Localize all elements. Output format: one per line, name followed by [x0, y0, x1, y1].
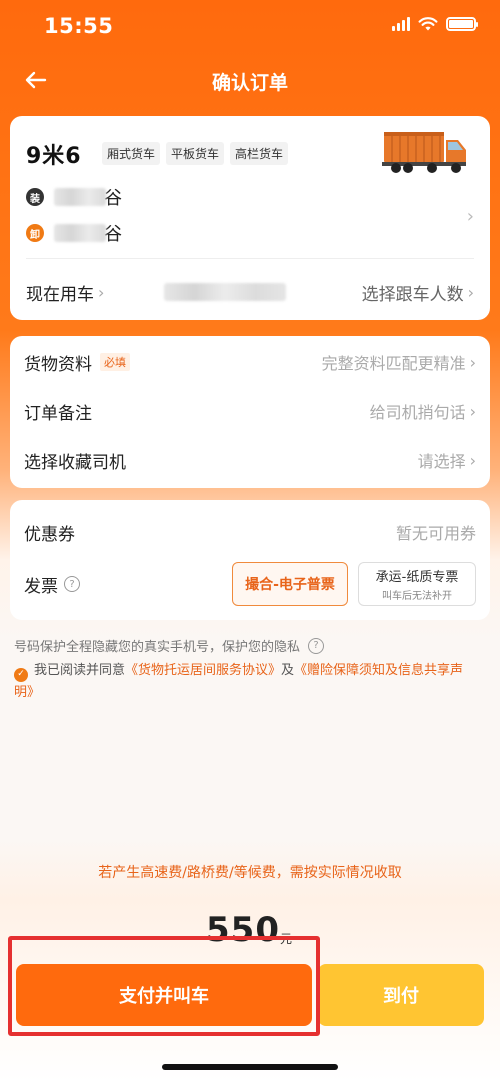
agreement-middle: 及 — [281, 663, 295, 678]
page-title: 确认订单 — [211, 72, 288, 94]
invoice-row: 发票 ? 撮合-电子普票 承运-纸质专票 叫车后无法补开 — [24, 560, 476, 608]
privacy-text: 号码保护全程隐藏您的真实手机号，保护您的隐私 — [14, 640, 301, 655]
invoice-option-label: 承运-纸质专票 — [375, 570, 459, 585]
help-icon[interactable]: ? — [308, 637, 325, 654]
vehicle-tag: 高栏货车 — [230, 142, 289, 165]
battery-icon — [446, 17, 478, 31]
vehicle-size: 9米6 — [26, 144, 82, 169]
service-agreement-link[interactable]: 《货物托运居间服务协议》 — [125, 663, 281, 678]
cod-button-label: 到付 — [383, 986, 419, 1007]
status-time: 15:55 — [44, 14, 114, 38]
divider — [26, 258, 474, 259]
coupon-label: 优惠券 — [24, 524, 75, 545]
remark-label: 订单备注 — [24, 403, 92, 424]
fee-note: 若产生高速费/路桥费/等候费，需按实际情况收取 — [98, 865, 402, 881]
signal-icon — [392, 17, 410, 31]
status-icons — [392, 16, 478, 32]
load-address[interactable]: 装 谷 — [26, 184, 122, 210]
invoice-option-paper[interactable]: 承运-纸质专票 叫车后无法补开 — [358, 562, 476, 606]
header: 确认订单 — [0, 56, 500, 104]
status-bar: 15:55 — [0, 0, 500, 52]
pay-button-label: 支付并叫车 — [119, 986, 209, 1007]
remark-row[interactable]: 订单备注 给司机捎句话 › — [24, 395, 476, 427]
favorite-driver-label: 选择收藏司机 — [24, 452, 126, 473]
chevron-right-icon: › — [466, 206, 474, 227]
cargo-label: 货物资料 — [24, 354, 92, 375]
blurred-time — [164, 283, 287, 301]
price-amount: 550 — [206, 910, 280, 950]
select-people-button[interactable]: 选择跟车人数 › — [362, 280, 474, 305]
home-indicator — [162, 1064, 338, 1070]
address-suffix: 谷 — [104, 224, 122, 245]
blurred-address — [54, 224, 106, 242]
use-car-row: 现在用车 › 选择跟车人数 › — [26, 276, 474, 308]
vehicle-tag: 平板货车 — [166, 142, 225, 165]
wifi-icon — [418, 17, 438, 31]
select-people-label: 选择跟车人数 — [361, 284, 464, 305]
use-now-button[interactable]: 现在用车 › — [26, 280, 104, 305]
unload-badge: 卸 — [26, 224, 44, 242]
cash-on-delivery-button[interactable]: 到付 — [318, 964, 484, 1026]
blurred-address — [54, 188, 106, 206]
cargo-value: 完整资料匹配更精准 — [321, 354, 466, 373]
pay-and-call-button[interactable]: 支付并叫车 — [16, 964, 312, 1026]
truck-icon — [382, 132, 466, 173]
privacy-notice: 号码保护全程隐藏您的真实手机号，保护您的隐私 ? — [14, 636, 325, 655]
use-now-label: 现在用车 — [26, 284, 94, 305]
coupon-value: 暂无可用券 — [395, 524, 476, 543]
unload-address[interactable]: 卸 谷 — [26, 220, 122, 246]
chevron-right-icon: › — [469, 352, 476, 372]
favorite-driver-row[interactable]: 选择收藏司机 请选择 › — [24, 444, 476, 476]
payment-options-card: 优惠券 暂无可用券 发票 ? 撮合-电子普票 承运-纸质专票 叫车后无法补开 — [10, 500, 490, 620]
order-details-card: 货物资料 必填 完整资料匹配更精准 › 订单备注 给司机捎句话 › 选择收藏司机… — [10, 336, 490, 488]
help-icon[interactable]: ? — [64, 576, 80, 592]
vehicle-tags: 厢式货车 平板货车 高栏货车 — [102, 142, 289, 165]
agreement-prefix: 我已阅读并同意 — [34, 663, 126, 678]
price-unit: 元 — [280, 932, 293, 946]
invoice-option-note: 叫车后无法补开 — [382, 591, 452, 602]
favorite-driver-value: 请选择 — [417, 452, 466, 471]
chevron-right-icon: › — [469, 401, 476, 421]
invoice-label: 发票 — [24, 576, 58, 597]
vehicle-tag: 厢式货车 — [102, 142, 161, 165]
address-suffix: 谷 — [104, 188, 122, 209]
invoice-option-label: 撮合-电子普票 — [245, 577, 335, 593]
coupon-row[interactable]: 优惠券 暂无可用券 — [24, 516, 476, 548]
order-info-card: 9米6 厢式货车 平板货车 高栏货车 装 谷 卸 谷 › 现在用车 › 选择跟车… — [10, 116, 490, 320]
agreement: ✓ 我已阅读并同意《货物托运居间服务协议》及《赠险保障须知及信息共享声明》 — [14, 660, 480, 703]
chevron-right-icon: › — [98, 282, 105, 302]
chevron-right-icon: › — [469, 450, 476, 470]
load-badge: 装 — [26, 188, 44, 206]
required-badge: 必填 — [100, 353, 130, 371]
chevron-right-icon: › — [467, 282, 474, 302]
cargo-row[interactable]: 货物资料 必填 完整资料匹配更精准 › — [24, 346, 476, 378]
invoice-option-electronic[interactable]: 撮合-电子普票 — [232, 562, 348, 606]
remark-value: 给司机捎句话 — [369, 403, 466, 422]
agree-checkbox[interactable]: ✓ — [14, 667, 28, 682]
